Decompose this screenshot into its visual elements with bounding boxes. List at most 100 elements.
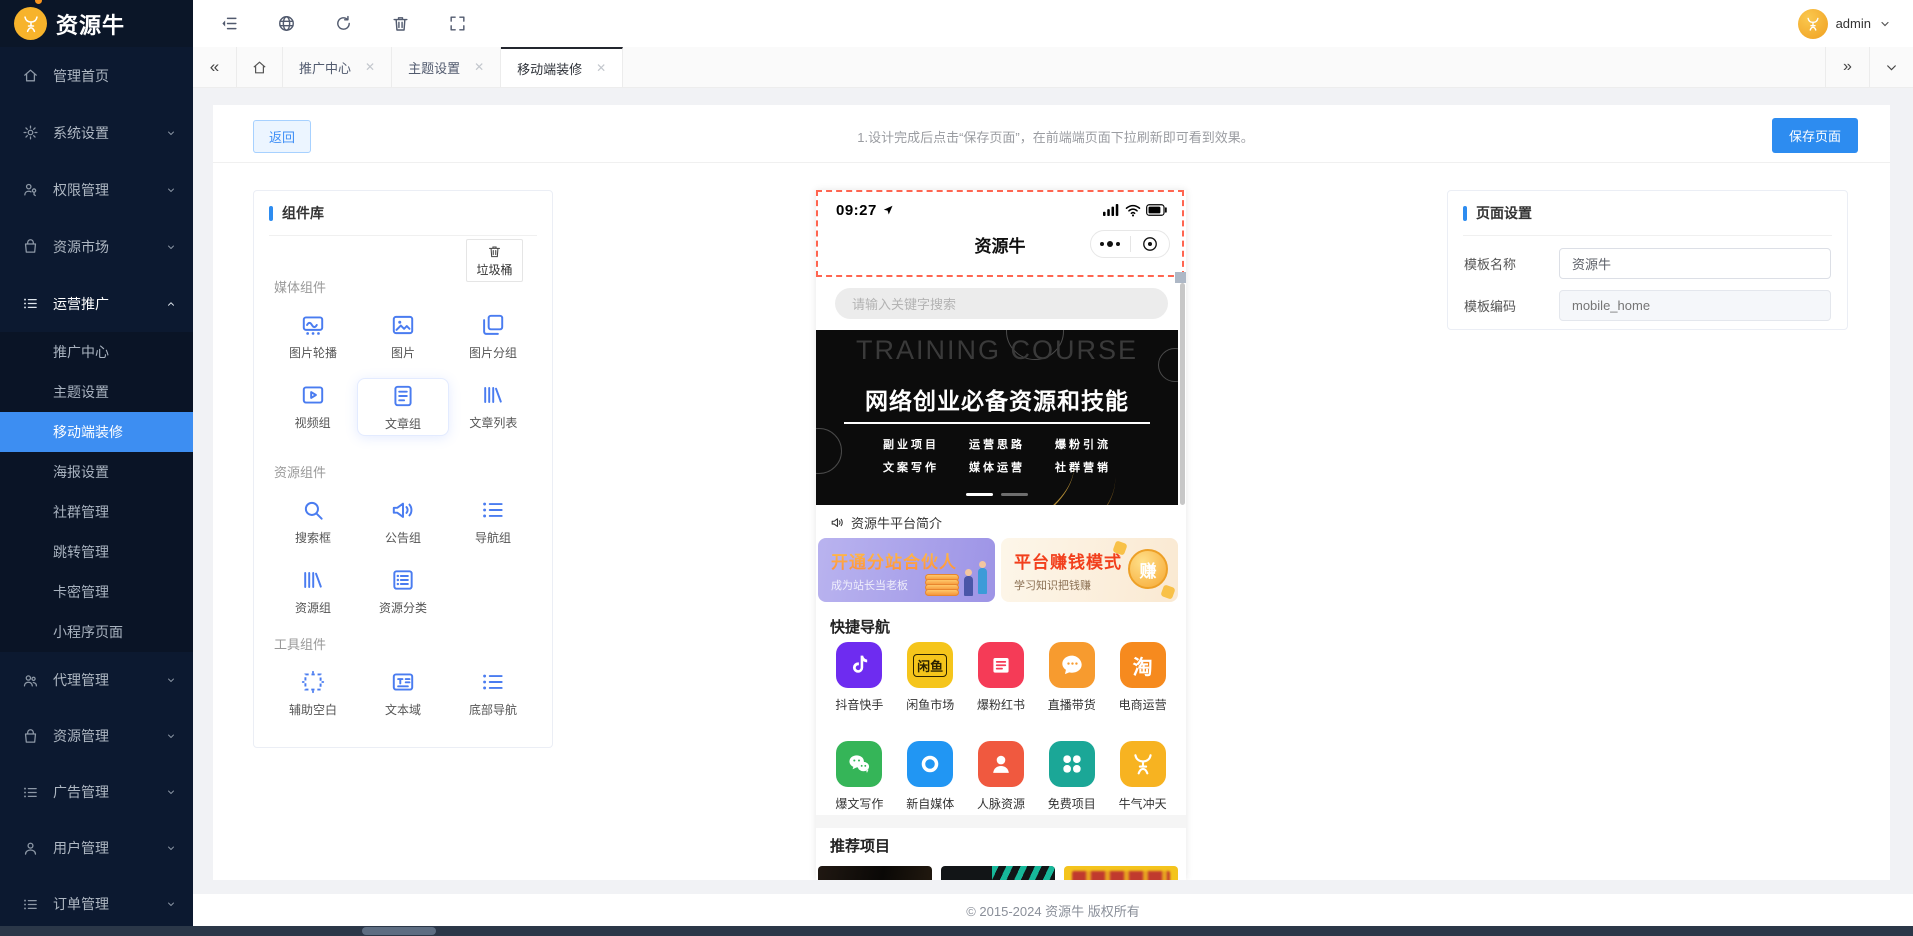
sidebar-subitem-0[interactable]: 推广中心 — [0, 332, 193, 372]
app-label: 电商运营 — [1118, 698, 1167, 712]
bag-icon — [24, 239, 37, 253]
chevron-down — [168, 902, 174, 906]
quick-nav-app-3[interactable]: 直播带货 — [1036, 642, 1107, 713]
quick-nav-app-5[interactable]: 爆文写作 — [824, 741, 895, 812]
refresh-button[interactable] — [334, 14, 353, 33]
trash-drop-target[interactable]: 垃圾桶 — [466, 239, 523, 282]
sidebar-item-3[interactable]: 资源市场 — [0, 218, 193, 275]
component-books[interactable]: 资源组 — [268, 563, 358, 621]
phone-header-dashed-zone[interactable]: 09:27 资源牛 — [816, 190, 1184, 277]
tab-label: 推广中心 — [299, 60, 352, 76]
sidebar-item-8[interactable]: 用户管理 — [0, 820, 193, 876]
sidebar-subitem-4[interactable]: 社群管理 — [0, 492, 193, 532]
sidebar-item-1[interactable]: 系统设置 — [0, 104, 193, 161]
quick-nav-app-9[interactable]: 牛气冲天 — [1107, 741, 1178, 812]
tab-home[interactable] — [237, 47, 283, 87]
tab-close-icon[interactable]: ✕ — [596, 61, 606, 75]
close-circle-icon[interactable] — [1131, 235, 1170, 253]
phone-scrollbar[interactable] — [1180, 283, 1185, 505]
project-thumbnail[interactable] — [1064, 866, 1178, 880]
tab-bar: « 推广中心 ✕ 主题设置 ✕ 移动端装修 ✕ » — [193, 47, 1913, 88]
clover-icon — [1063, 755, 1081, 773]
sidebar-item-9[interactable]: 订单管理 — [0, 876, 193, 932]
scrollbar-thumb[interactable] — [362, 927, 436, 935]
sidebar-item-5[interactable]: 代理管理 — [0, 652, 193, 708]
promo-card-earn[interactable]: 平台赚钱模式 学习知识把钱赚 赚 — [1001, 538, 1178, 602]
sidebar-item-2[interactable]: 权限管理 — [0, 161, 193, 218]
component-video[interactable]: 视频组 — [268, 378, 357, 436]
sidebar-subitem-5[interactable]: 跳转管理 — [0, 532, 193, 572]
component-horn[interactable]: 公告组 — [358, 493, 448, 551]
tab-close-icon[interactable]: ✕ — [365, 60, 375, 74]
sidebar-subitem-1[interactable]: 主题设置 — [0, 372, 193, 412]
sidebar-subitem-3[interactable]: 海报设置 — [0, 452, 193, 492]
component-blank[interactable]: 辅助空白 — [268, 665, 358, 723]
component-article-list[interactable]: 文章列表 — [449, 378, 538, 436]
component-label: 图片 — [390, 346, 415, 360]
tabs-menu-button[interactable] — [1869, 47, 1913, 87]
tab-2[interactable]: 移动端装修 ✕ — [501, 47, 624, 87]
sidebar-logo[interactable]: 资源牛 — [0, 0, 193, 47]
quick-nav-app-4[interactable]: 淘电商运营 — [1107, 642, 1178, 713]
tab-0[interactable]: 推广中心 ✕ — [283, 47, 393, 87]
admin-menu[interactable]: admin — [1797, 8, 1913, 39]
app-label: 新自媒体 — [906, 797, 955, 811]
save-page-button[interactable]: 保存页面 — [1771, 118, 1858, 153]
component-image[interactable]: 图片 — [358, 308, 448, 366]
tab-1[interactable]: 主题设置 ✕ — [392, 47, 502, 87]
tabs-scroll-left-button[interactable]: « — [193, 47, 237, 87]
search-icon — [304, 501, 323, 520]
component-article[interactable]: 文章组 — [357, 378, 449, 436]
component-category[interactable]: 资源分类 — [358, 563, 448, 621]
promo-card-partner[interactable]: 开通分站合伙人 成为站长当老板 — [818, 538, 995, 602]
resize-handle[interactable] — [1175, 272, 1186, 283]
settings-input-0[interactable] — [1559, 248, 1831, 279]
globe-button[interactable] — [277, 14, 296, 33]
sidebar-subitem-6[interactable]: 卡密管理 — [0, 572, 193, 612]
tabs-scroll-right-button[interactable]: » — [1825, 47, 1869, 87]
sidebar-subitem-2[interactable]: 移动端装修 — [0, 412, 193, 452]
quick-nav-app-7[interactable]: 人脉资源 — [966, 741, 1037, 812]
sidebar-subitem-7[interactable]: 小程序页面 — [0, 612, 193, 652]
bull-icon — [1133, 754, 1152, 775]
component-carousel[interactable]: 图片轮播 — [268, 308, 358, 366]
component-label: 辅助空白 — [288, 703, 337, 717]
component-label: 视频组 — [294, 416, 331, 430]
sidebar-item-0[interactable]: 管理首页 — [0, 47, 193, 104]
horizontal-scrollbar[interactable] — [0, 926, 1913, 936]
miniapp-capsule[interactable] — [1090, 230, 1170, 258]
project-thumbnail[interactable] — [818, 866, 932, 880]
component-textarea[interactable]: 文本域 — [358, 665, 448, 723]
sidebar-item-6[interactable]: 资源管理 — [0, 708, 193, 764]
title-accent-bar — [269, 205, 273, 221]
people-icon — [23, 674, 38, 686]
component-image-group[interactable]: 图片分组 — [448, 308, 538, 366]
quick-nav-app-2[interactable]: 爆粉红书 — [966, 642, 1037, 713]
fullscreen-button[interactable] — [448, 14, 467, 33]
sidebar-item-label: 管理首页 — [53, 67, 109, 84]
collapse-menu-button[interactable] — [220, 14, 239, 33]
component-nav-list[interactable]: 导航组 — [448, 493, 538, 551]
component-search[interactable]: 搜索框 — [268, 493, 358, 551]
more-icon[interactable] — [1091, 241, 1130, 247]
tab-close-icon[interactable]: ✕ — [474, 60, 484, 74]
sidebar-item-4[interactable]: 运营推广 — [0, 275, 193, 332]
person-illustration — [978, 561, 987, 594]
sidebar-item-7[interactable]: 广告管理 — [0, 764, 193, 820]
indicator-active — [966, 493, 993, 496]
bag-icon — [24, 728, 37, 743]
news-icon — [993, 658, 1009, 673]
notice-bar[interactable]: 资源牛平台简介 — [830, 512, 942, 532]
phone-search-box[interactable]: 请输入关键字搜索 — [835, 288, 1168, 319]
chevron-down — [168, 188, 174, 192]
project-thumbnail[interactable] — [941, 866, 1055, 880]
quick-nav-app-6[interactable]: 新自媒体 — [895, 741, 966, 812]
coins-illustration — [925, 574, 959, 596]
trash-button[interactable] — [391, 14, 410, 33]
quick-nav-app-8[interactable]: 免费项目 — [1036, 741, 1107, 812]
banner-carousel[interactable]: TRAINING COURSE 网络创业必备资源和技能 副业项目 运营思路 爆粉引流… — [816, 330, 1178, 505]
quick-nav-app-1[interactable]: 闲鱼 闲鱼市场 — [895, 642, 966, 713]
settings-input-1[interactable] — [1559, 290, 1831, 321]
quick-nav-app-0[interactable]: 抖音快手 — [824, 642, 895, 713]
component-bottom-nav[interactable]: 底部导航 — [448, 665, 538, 723]
